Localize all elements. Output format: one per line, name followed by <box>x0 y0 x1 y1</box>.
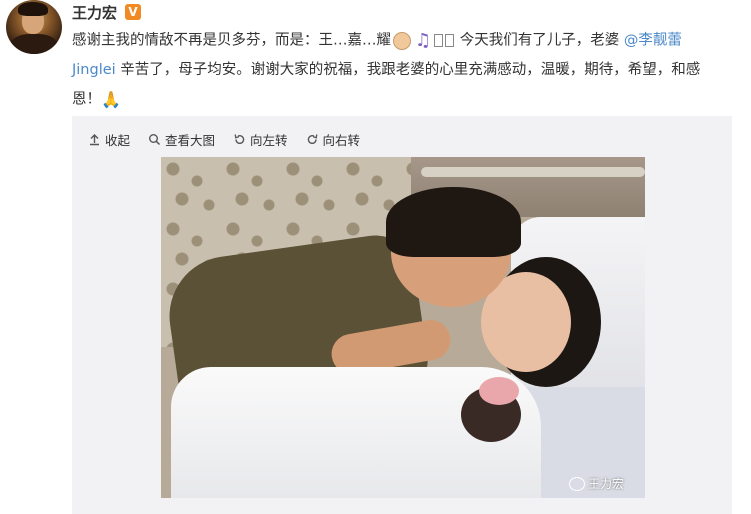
upload-arrow-icon <box>90 133 99 145</box>
collapse-label: 收起 <box>105 132 131 148</box>
photo-watermark: 王力宏 <box>569 475 624 492</box>
rotate-left-label: 向左转 <box>250 132 288 148</box>
view-large-button[interactable]: 查看大图 <box>148 130 215 148</box>
author-avatar[interactable] <box>6 0 62 54</box>
media-toolbar: 收起 查看大图 向左转 向右转 <box>88 130 360 148</box>
magnifier-icon <box>149 133 161 145</box>
rotate-left-button[interactable]: 向左转 <box>233 130 288 148</box>
avatar-hair <box>18 2 48 16</box>
photo-pipe <box>421 167 645 177</box>
rotate-left-icon <box>234 133 245 144</box>
view-large-label: 查看大图 <box>165 132 216 148</box>
praying-hands-emoji-icon: 🙏 <box>101 89 121 109</box>
rotate-right-label: 向右转 <box>322 132 361 148</box>
author-name[interactable]: 王力宏 <box>72 2 117 23</box>
post-text-part-1: 感谢主我的情敌不再是贝多芬，而是：王…嘉…耀 <box>72 32 391 49</box>
mention-link[interactable]: @李靓蕾 <box>624 33 682 49</box>
post-text: 感谢主我的情敌不再是贝多芬，而是：王…嘉…耀 ♫ 今天我们有了儿子，老婆 @李靓蕾… <box>72 26 732 114</box>
music-note-emoji-icon: ♫ <box>415 30 432 51</box>
photo-man-hair <box>386 187 521 257</box>
collapse-button[interactable]: 收起 <box>88 130 130 148</box>
missing-glyph-icon <box>434 34 444 47</box>
baby-emoji-icon <box>393 31 411 50</box>
post-text-part-2: 今天我们有了儿子，老婆 <box>459 32 620 49</box>
mention-link-continued[interactable]: Jinglei <box>72 62 116 78</box>
photo-baby-cap <box>479 377 519 405</box>
watermark-text: 王力宏 <box>588 477 625 491</box>
rotate-right-icon <box>307 133 317 144</box>
post-photo[interactable]: 王力宏 <box>161 157 645 498</box>
missing-glyph-icon <box>445 34 455 47</box>
verified-badge-icon: V <box>125 4 141 20</box>
avatar-coat <box>10 34 58 54</box>
weibo-logo-icon <box>569 476 585 491</box>
rotate-right-button[interactable]: 向右转 <box>306 130 361 148</box>
post-text-part-3: 辛苦了，母子均安。谢谢大家的祝福，我跟老婆的心里充满感动，温暖，期待，希望，和感 <box>120 61 701 78</box>
post-text-part-4: 恩！ <box>72 91 101 107</box>
